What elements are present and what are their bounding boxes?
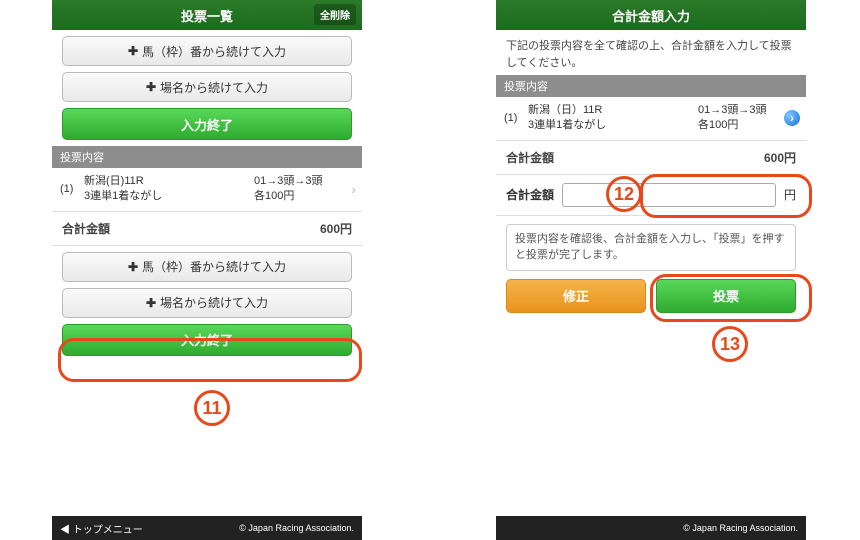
add-by-venue-button[interactable]: ✚ 場名から続けて入力 [62, 72, 352, 102]
callout-13: 13 [712, 326, 748, 362]
add-by-number-label: 馬（枠）番から続けて入力 [142, 43, 286, 60]
bet-line1-r: 新潟（日）11R [528, 103, 698, 118]
plus-icon: ✚ [146, 296, 156, 310]
plus-icon: ✚ [146, 80, 156, 94]
modify-label: 修正 [563, 286, 589, 305]
copyright-left: © Japan Racing Association. [143, 523, 354, 533]
add-by-number-button[interactable]: ✚ 馬（枠）番から続けて入力 [62, 36, 352, 66]
copyright-right: © Japan Racing Association. [504, 523, 798, 533]
callout-12: 12 [606, 176, 642, 212]
phone-right: 合計金額入力 下記の投票内容を全て確認の上、合計金額を入力して投票してください。… [496, 0, 806, 540]
bet-line2: 3連単1着ながし [84, 189, 254, 204]
section-head-left: 投票内容 [52, 146, 362, 168]
titlebar-right: 合計金額入力 [496, 0, 806, 30]
total-row-right: 合計金額 600円 [496, 141, 806, 175]
total-row-left: 合計金額 600円 [52, 212, 362, 246]
bet-sel2: 各100円 [254, 189, 354, 204]
total-label-right: 合計金額 [506, 149, 764, 166]
bet-sel1-r: 01→3頭→3頭 [698, 103, 798, 118]
finish-input-label: 入力終了 [181, 115, 233, 134]
finish-input-button-2[interactable]: 入力終了 [62, 324, 352, 356]
bet-row[interactable]: (1) 新潟(日)11R 3連単1着ながし 01→3頭→3頭 各100円 › [52, 168, 362, 212]
note-box: 投票内容を確認後、合計金額を入力し、「投票」を押すと投票が完了します。 [506, 224, 796, 271]
total-value-right: 600円 [764, 149, 796, 166]
submit-button[interactable]: 投票 [656, 279, 796, 313]
bet-sel1: 01→3頭→3頭 [254, 174, 354, 189]
title-left: 投票一覧 [181, 6, 233, 25]
add-by-venue-label: 場名から続けて入力 [160, 79, 268, 96]
add-by-number-label-2: 馬（枠）番から続けて入力 [142, 258, 286, 275]
add-by-number-button-2[interactable]: ✚ 馬（枠）番から続けて入力 [62, 252, 352, 282]
yen-suffix: 円 [784, 186, 796, 203]
footer-right: © Japan Racing Association. [496, 516, 806, 540]
finish-input-label-2: 入力終了 [181, 330, 233, 349]
bet-row-right[interactable]: (1) 新潟（日）11R 3連単1着ながし 01→3頭→3頭 各100円 [496, 97, 806, 141]
phone-left: 投票一覧 全削除 ✚ 馬（枠）番から続けて入力 ✚ 場名から続けて入力 入力終了… [52, 0, 362, 540]
callout-11: 11 [194, 390, 230, 426]
bet-index: (1) [60, 183, 84, 195]
top-menu-link[interactable]: ◀ トップメニュー [60, 521, 143, 536]
total-value-left: 600円 [320, 220, 352, 237]
bet-sel2-r: 各100円 [698, 118, 798, 133]
instruction-text: 下記の投票内容を全て確認の上、合計金額を入力して投票してください。 [496, 30, 806, 75]
chevron-right-icon: › [351, 181, 356, 197]
amount-input[interactable] [562, 183, 776, 207]
title-right: 合計金額入力 [612, 6, 690, 25]
add-by-venue-label-2: 場名から続けて入力 [160, 294, 268, 311]
plus-icon: ✚ [128, 260, 138, 274]
bet-line2-r: 3連単1着ながし [528, 118, 698, 133]
total-label-left: 合計金額 [62, 220, 320, 237]
clear-all-button[interactable]: 全削除 [314, 4, 356, 25]
plus-icon: ✚ [128, 44, 138, 58]
disclosure-icon [784, 110, 800, 126]
amount-input-label: 合計金額 [506, 186, 554, 203]
footer-left: ◀ トップメニュー © Japan Racing Association. [52, 516, 362, 540]
titlebar-left: 投票一覧 全削除 [52, 0, 362, 30]
finish-input-button[interactable]: 入力終了 [62, 108, 352, 140]
submit-label: 投票 [713, 286, 739, 305]
add-by-venue-button-2[interactable]: ✚ 場名から続けて入力 [62, 288, 352, 318]
section-head-right: 投票内容 [496, 75, 806, 97]
amount-input-row: 合計金額 円 [496, 175, 806, 216]
modify-button[interactable]: 修正 [506, 279, 646, 313]
bet-line1: 新潟(日)11R [84, 174, 254, 189]
action-buttons: 修正 投票 [506, 279, 796, 313]
bet-index-r: (1) [504, 112, 528, 124]
